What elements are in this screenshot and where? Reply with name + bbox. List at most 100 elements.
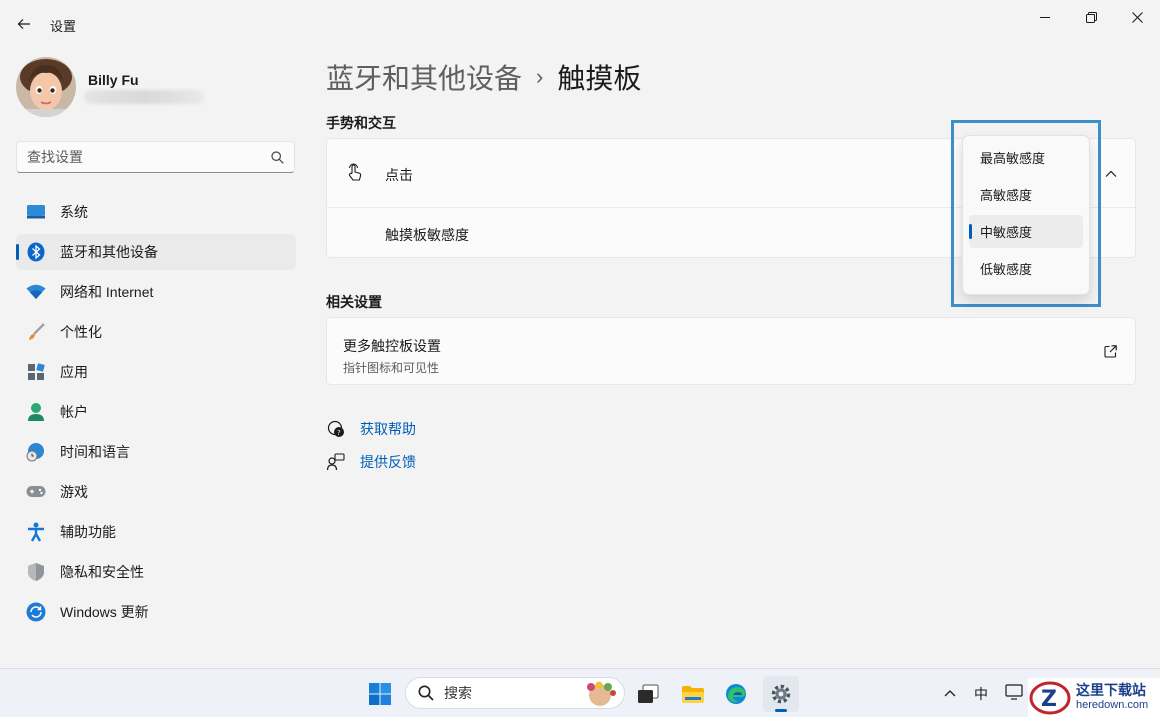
sensitivity-option-high[interactable]: 高敏感度 [969,178,1083,211]
sidebar-item-label: 蓝牙和其他设备 [60,244,158,260]
give-feedback-link[interactable]: 提供反馈 [326,452,416,472]
sidebar-item-apps[interactable]: 应用 [16,354,296,390]
sidebar-item-windows-update[interactable]: Windows 更新 [16,594,296,630]
sensitivity-option-low[interactable]: 低敏感度 [969,252,1083,285]
tap-gesture-icon [345,163,365,188]
monitor-icon [26,202,46,222]
sidebar-item-accounts[interactable]: 帐户 [16,394,296,430]
watermark-logo-icon: Z [1029,681,1071,715]
task-view-icon [638,684,659,703]
edge-icon [726,684,746,704]
search-icon [271,150,284,164]
breadcrumb-parent-link[interactable]: 蓝牙和其他设备 [326,57,522,97]
help-chat-icon: ? [326,419,346,439]
watermark-url: heredown.com [1076,699,1149,711]
sidebar-item-label: 时间和语言 [60,444,130,460]
search-highlight-image-icon [578,681,618,710]
breadcrumb-separator: › [536,64,544,89]
sensitivity-label: 触摸板敏感度 [385,227,469,243]
watermark-title: 这里下载站 [1076,683,1146,699]
sidebar-item-label: 应用 [60,364,88,380]
accessibility-icon [26,522,46,542]
wifi-icon [26,282,46,302]
ime-indicator[interactable]: 中 [974,684,988,704]
sidebar-item-accessibility[interactable]: 辅助功能 [16,514,296,550]
sidebar-item-bluetooth[interactable]: 蓝牙和其他设备 [16,234,296,270]
taskbar-search-placeholder: 搜索 [444,685,472,701]
back-button[interactable] [10,10,38,38]
sidebar-item-label: 个性化 [60,324,102,340]
give-feedback-label: 提供反馈 [360,454,416,470]
taskbar: 搜索 中 [0,668,1160,717]
maximize-button[interactable] [1068,0,1114,34]
user-name: Billy Fu [88,72,139,88]
more-settings-title: 更多触控板设置 [343,338,441,354]
user-avatar[interactable] [16,57,76,117]
chevron-up-icon[interactable] [1105,166,1117,184]
display-tray-icon[interactable] [1005,684,1023,705]
sidebar-item-label: 隐私和安全性 [60,564,144,580]
active-app-indicator [775,709,787,712]
more-touchpad-settings-card[interactable]: 更多触控板设置 指针图标和可见性 [326,317,1136,385]
app-title: 设置 [50,19,77,34]
bluetooth-icon [26,242,46,262]
breadcrumb: 蓝牙和其他设备 › 触摸板 [326,57,641,97]
close-button[interactable] [1114,0,1160,34]
gestures-section-title: 手势和交互 [326,115,396,131]
settings-search-box[interactable] [16,141,295,173]
task-view-button[interactable] [630,676,666,712]
tap-label: 点击 [385,167,413,183]
file-explorer-button[interactable] [675,676,711,712]
svg-text:Z: Z [1041,687,1057,712]
more-settings-text: 更多触控板设置 指针图标和可见性 [343,336,441,376]
search-icon [418,685,434,701]
avatar-portrait-icon [16,57,76,117]
tray-chevron-up-icon[interactable] [944,685,956,703]
sidebar-item-label: 辅助功能 [60,524,116,540]
settings-search-input[interactable] [27,149,271,165]
sidebar-item-gaming[interactable]: 游戏 [16,474,296,510]
start-button[interactable] [362,676,398,712]
restore-icon [1085,11,1097,23]
minimize-button[interactable] [1022,0,1068,34]
gamepad-icon [26,482,46,502]
sidebar-item-label: 网络和 Internet [60,284,154,300]
watermark-text: 这里下载站 heredown.com [1076,684,1148,711]
svg-text:?: ? [337,429,341,437]
windows-logo-icon [369,683,391,705]
shield-icon [26,562,46,582]
back-arrow-icon [17,19,30,29]
settings-app-button[interactable] [763,676,799,712]
globe-clock-icon [26,442,46,462]
sidebar-item-label: Windows 更新 [60,604,149,620]
sidebar-item-system[interactable]: 系统 [16,194,296,230]
sidebar-item-label: 系统 [60,204,88,220]
sidebar-nav: 系统 蓝牙和其他设备 网络和 Internet 个性化 应用 帐户 时间和语言 [16,194,296,634]
close-icon [1131,11,1143,23]
apps-icon [26,362,46,382]
sidebar-item-label: 游戏 [60,484,88,500]
sidebar-item-privacy[interactable]: 隐私和安全性 [16,554,296,590]
sensitivity-option-highest[interactable]: 最高敏感度 [969,141,1083,174]
page-title: 触摸板 [557,63,642,94]
related-section-title: 相关设置 [326,294,382,310]
external-link-icon [1104,345,1117,363]
sidebar-item-network[interactable]: 网络和 Internet [16,274,296,310]
settings-window: 设置 Billy Fu 系统 [0,0,1160,668]
get-help-label: 获取帮助 [360,421,416,437]
gear-icon [771,684,791,704]
user-email-blurred [84,90,204,104]
sidebar-item-personalization[interactable]: 个性化 [16,314,296,350]
update-icon [26,602,46,622]
minimize-icon [1040,17,1050,18]
title-bar: 设置 [0,0,1160,48]
more-settings-subtitle: 指针图标和可见性 [343,361,440,375]
edge-browser-button[interactable] [718,676,754,712]
sensitivity-option-medium[interactable]: 中敏感度 [969,215,1083,248]
sensitivity-dropdown-menu: 最高敏感度 高敏感度 中敏感度 低敏感度 [962,135,1090,295]
get-help-link[interactable]: ? 获取帮助 [326,419,416,439]
taskbar-search-box[interactable]: 搜索 [405,677,625,709]
feedback-person-icon [326,452,346,472]
sidebar-item-label: 帐户 [60,404,88,420]
sidebar-item-time-language[interactable]: 时间和语言 [16,434,296,470]
